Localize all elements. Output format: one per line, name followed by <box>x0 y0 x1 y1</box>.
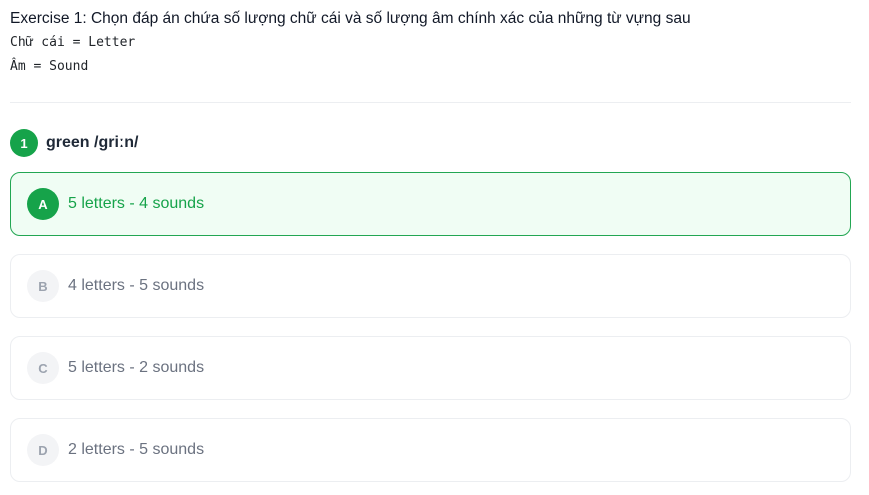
question-number-badge: 1 <box>10 129 38 157</box>
option-a[interactable]: A 5 letters - 4 sounds <box>10 172 851 236</box>
option-letter-badge: D <box>27 434 59 466</box>
option-letter-badge: C <box>27 352 59 384</box>
option-label: 5 letters - 4 sounds <box>68 195 205 212</box>
question-heading: 1 green /griːn/ <box>10 129 138 157</box>
option-letter-badge: A <box>27 188 59 220</box>
divider <box>10 102 851 103</box>
option-label: 4 letters - 5 sounds <box>68 277 205 294</box>
note-line-letter: Chữ cái = Letter <box>10 35 136 50</box>
option-b[interactable]: B 4 letters - 5 sounds <box>10 254 851 318</box>
exercise-title: Exercise 1: Chọn đáp án chứa số lượng ch… <box>10 10 691 27</box>
note-line-sound: Âm = Sound <box>10 59 89 74</box>
option-c[interactable]: C 5 letters - 2 sounds <box>10 336 851 400</box>
option-d[interactable]: D 2 letters - 5 sounds <box>10 418 851 482</box>
option-letter-badge: B <box>27 270 59 302</box>
option-label: 2 letters - 5 sounds <box>68 441 205 458</box>
exercise-header: Exercise 1: Chọn đáp án chứa số lượng ch… <box>10 9 851 79</box>
option-label: 5 letters - 2 sounds <box>68 359 205 376</box>
question-text: green /griːn/ <box>46 134 139 151</box>
